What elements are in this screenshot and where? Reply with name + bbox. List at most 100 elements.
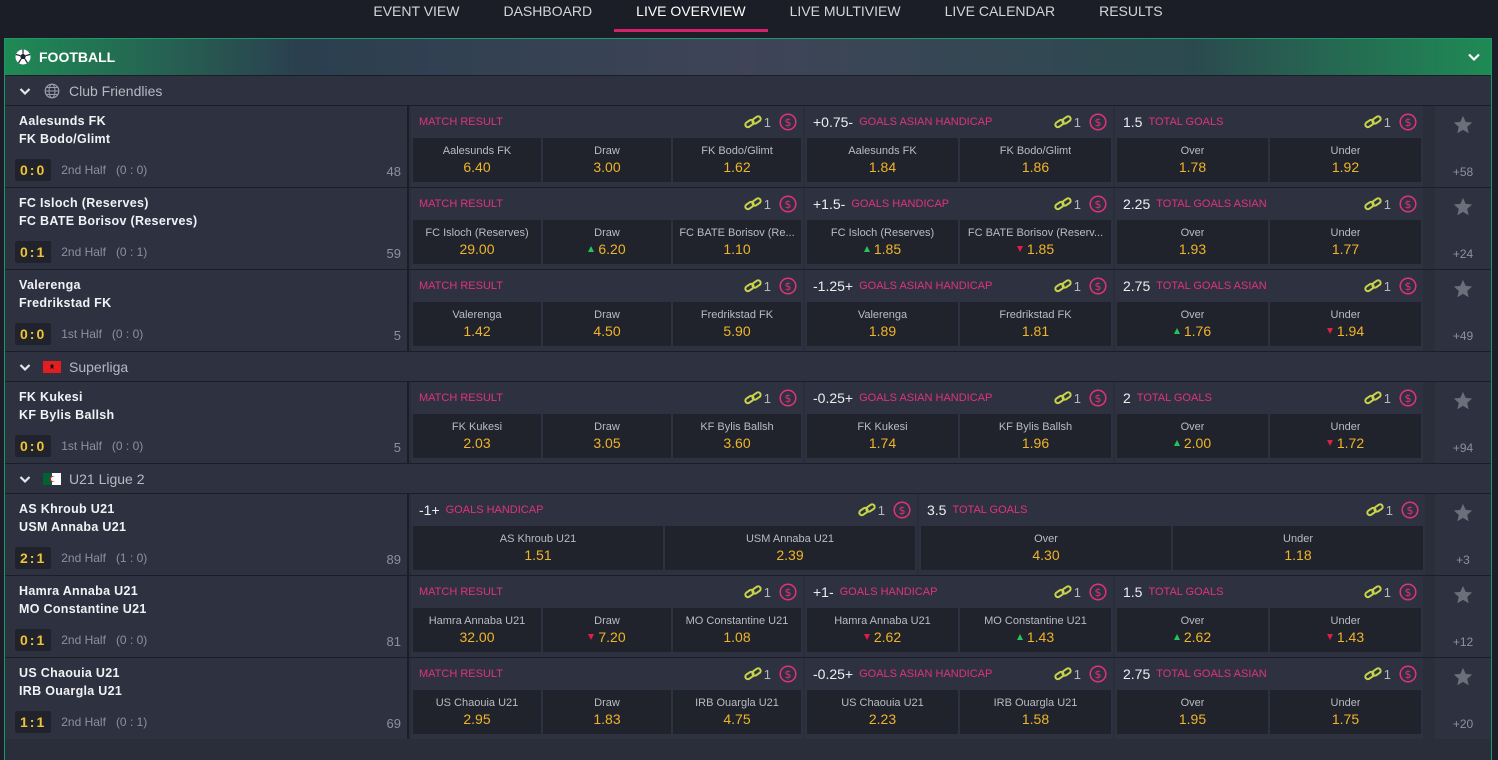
- odds-button[interactable]: AS Khroub U21 1.51: [413, 526, 663, 570]
- cashout-icon[interactable]: $: [779, 583, 797, 601]
- odds-button[interactable]: Over 2.62: [1117, 608, 1268, 652]
- odds-button[interactable]: Over 1.95: [1117, 690, 1268, 734]
- odds-button[interactable]: Valerenga 1.42: [413, 302, 541, 346]
- odds-button[interactable]: MO Constantine U21 1.43: [960, 608, 1111, 652]
- odds-button[interactable]: IRB Ouargla U21 1.58: [960, 690, 1111, 734]
- cashout-icon[interactable]: $: [1399, 583, 1417, 601]
- odds-button[interactable]: Under 1.43: [1270, 608, 1421, 652]
- odds-button[interactable]: FC Isloch (Reserves) 29.00: [413, 220, 541, 264]
- more-markets-count[interactable]: +20: [1453, 717, 1473, 731]
- odds-button[interactable]: US Chaouia U21 2.95: [413, 690, 541, 734]
- cashout-icon[interactable]: $: [1401, 501, 1419, 519]
- odds-button[interactable]: Hamra Annaba U21 2.62: [807, 608, 958, 652]
- chevron-down-icon[interactable]: [1467, 50, 1481, 64]
- chevron-down-icon[interactable]: [19, 85, 31, 97]
- cashout-icon[interactable]: $: [779, 665, 797, 683]
- market-link[interactable]: 1: [1054, 584, 1081, 600]
- market-link[interactable]: 1: [1054, 114, 1081, 130]
- cashout-icon[interactable]: $: [1399, 113, 1417, 131]
- more-markets-count[interactable]: +12: [1453, 635, 1473, 649]
- odds-button[interactable]: Draw 3.00: [543, 138, 671, 182]
- odds-button[interactable]: Under 1.18: [1173, 526, 1423, 570]
- star-icon[interactable]: [1452, 114, 1474, 136]
- tab-results[interactable]: RESULTS: [1077, 0, 1185, 32]
- odds-button[interactable]: Aalesunds FK 6.40: [413, 138, 541, 182]
- tab-dashboard[interactable]: DASHBOARD: [481, 0, 614, 32]
- odds-button[interactable]: Over 1.76: [1117, 302, 1268, 346]
- star-icon[interactable]: [1452, 390, 1474, 412]
- odds-button[interactable]: FC Isloch (Reserves) 1.85: [807, 220, 958, 264]
- market-link[interactable]: 1: [744, 114, 771, 130]
- chevron-down-icon[interactable]: [19, 473, 31, 485]
- odds-button[interactable]: Draw 4.50: [543, 302, 671, 346]
- odds-button[interactable]: Fredrikstad FK 1.81: [960, 302, 1111, 346]
- cashout-icon[interactable]: $: [1089, 665, 1107, 683]
- cashout-icon[interactable]: $: [1089, 389, 1107, 407]
- cashout-icon[interactable]: $: [1089, 583, 1107, 601]
- chevron-down-icon[interactable]: [19, 361, 31, 373]
- odds-button[interactable]: USM Annaba U21 2.39: [665, 526, 915, 570]
- odds-button[interactable]: Aalesunds FK 1.84: [807, 138, 958, 182]
- odds-button[interactable]: Under 1.75: [1270, 690, 1421, 734]
- star-icon[interactable]: [1452, 278, 1474, 300]
- event-teams[interactable]: FK Kukesi KF Bylis Ballsh 0:0 1st Half (0 : …: [5, 382, 409, 463]
- odds-button[interactable]: FC BATE Borisov (Reserv... 1.85: [960, 220, 1111, 264]
- event-teams[interactable]: Aalesunds FK FK Bodo/Glimt 0:0 2nd Half (0 :…: [5, 106, 409, 187]
- odds-button[interactable]: Hamra Annaba U21 32.00: [413, 608, 541, 652]
- odds-button[interactable]: Draw 1.83: [543, 690, 671, 734]
- odds-button[interactable]: MO Constantine U21 1.08: [673, 608, 801, 652]
- market-link[interactable]: 1: [744, 390, 771, 406]
- cashout-icon[interactable]: $: [1089, 113, 1107, 131]
- market-link[interactable]: 1: [744, 196, 771, 212]
- odds-button[interactable]: Over 1.78: [1117, 138, 1268, 182]
- cashout-icon[interactable]: $: [1399, 389, 1417, 407]
- odds-button[interactable]: Under 1.94: [1270, 302, 1421, 346]
- star-icon[interactable]: [1452, 196, 1474, 218]
- star-icon[interactable]: [1452, 502, 1474, 524]
- market-link[interactable]: 1: [1364, 390, 1391, 406]
- odds-button[interactable]: KF Bylis Ballsh 3.60: [673, 414, 801, 458]
- league-header[interactable]: Club Friendlies: [5, 75, 1491, 105]
- odds-button[interactable]: FK Kukesi 1.74: [807, 414, 958, 458]
- market-link[interactable]: 1: [744, 584, 771, 600]
- odds-button[interactable]: Over 4.30: [921, 526, 1171, 570]
- odds-button[interactable]: Over 1.93: [1117, 220, 1268, 264]
- tab-live-overview[interactable]: LIVE OVERVIEW: [614, 0, 768, 32]
- cashout-icon[interactable]: $: [1089, 277, 1107, 295]
- tab-live-calendar[interactable]: LIVE CALENDAR: [923, 0, 1077, 32]
- more-markets-count[interactable]: +24: [1453, 247, 1473, 261]
- cashout-icon[interactable]: $: [779, 389, 797, 407]
- odds-button[interactable]: KF Bylis Ballsh 1.96: [960, 414, 1111, 458]
- odds-button[interactable]: Over 2.00: [1117, 414, 1268, 458]
- market-link[interactable]: 1: [858, 502, 885, 518]
- market-link[interactable]: 1: [1054, 196, 1081, 212]
- cashout-icon[interactable]: $: [1399, 665, 1417, 683]
- odds-button[interactable]: US Chaouia U21 2.23: [807, 690, 958, 734]
- odds-button[interactable]: Draw 7.20: [543, 608, 671, 652]
- more-markets-count[interactable]: +94: [1453, 441, 1473, 455]
- market-link[interactable]: 1: [1054, 390, 1081, 406]
- market-link[interactable]: 1: [1364, 278, 1391, 294]
- cashout-icon[interactable]: $: [779, 195, 797, 213]
- more-markets-count[interactable]: +3: [1456, 553, 1470, 567]
- league-header[interactable]: U21 Ligue 2: [5, 463, 1491, 493]
- cashout-icon[interactable]: $: [893, 501, 911, 519]
- tab-live-multiview[interactable]: LIVE MULTIVIEW: [768, 0, 923, 32]
- event-teams[interactable]: FC Isloch (Reserves) FC BATE Borisov (Res…: [5, 188, 409, 269]
- market-link[interactable]: 1: [1364, 666, 1391, 682]
- event-teams[interactable]: US Chaouia U21 IRB Ouargla U21 1:1 2nd Half…: [5, 658, 409, 739]
- market-link[interactable]: 1: [1054, 666, 1081, 682]
- cashout-icon[interactable]: $: [1399, 195, 1417, 213]
- odds-button[interactable]: FK Bodo/Glimt 1.86: [960, 138, 1111, 182]
- market-link[interactable]: 1: [1364, 584, 1391, 600]
- odds-button[interactable]: Under 1.92: [1270, 138, 1421, 182]
- market-link[interactable]: 1: [1054, 278, 1081, 294]
- cashout-icon[interactable]: $: [1399, 277, 1417, 295]
- odds-button[interactable]: Under 1.72: [1270, 414, 1421, 458]
- odds-button[interactable]: Draw 6.20: [543, 220, 671, 264]
- event-teams[interactable]: AS Khroub U21 USM Annaba U21 2:1 2nd Half (1…: [5, 494, 409, 575]
- odds-button[interactable]: FK Kukesi 2.03: [413, 414, 541, 458]
- event-teams[interactable]: Hamra Annaba U21 MO Constantine U21 0:1 2nd…: [5, 576, 409, 657]
- tab-event-view[interactable]: EVENT VIEW: [351, 0, 481, 32]
- odds-button[interactable]: FK Bodo/Glimt 1.62: [673, 138, 801, 182]
